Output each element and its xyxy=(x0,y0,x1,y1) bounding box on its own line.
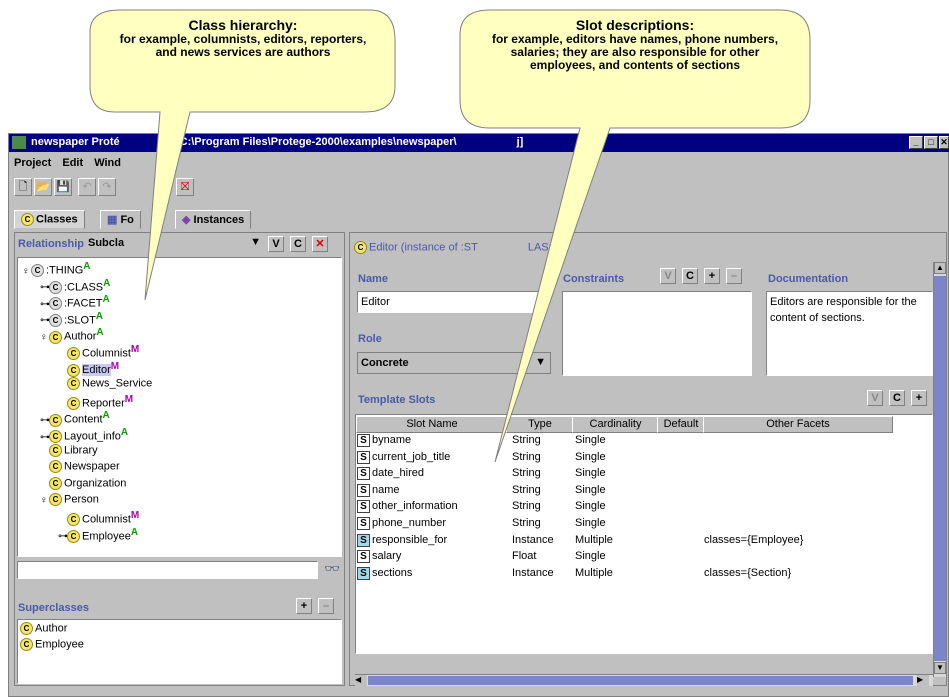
callout-right-text: Slot descriptions: for example, editors … xyxy=(491,17,779,72)
callout-left-text: Class hierarchy: for example, columnists… xyxy=(119,17,367,59)
callout-layer xyxy=(89,9,811,463)
callout-bubble-right xyxy=(459,9,811,463)
